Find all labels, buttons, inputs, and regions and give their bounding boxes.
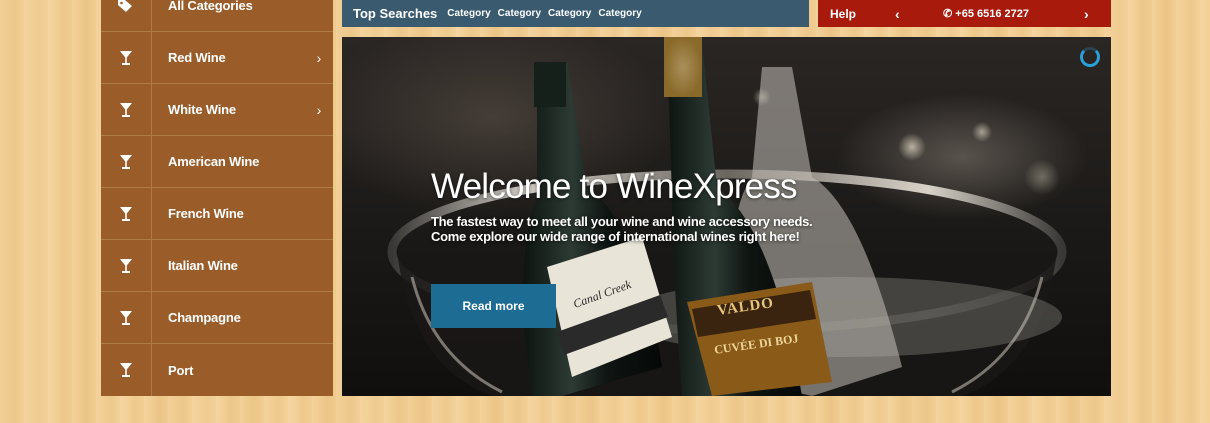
search-category-link[interactable]: Category: [598, 8, 641, 19]
sidebar-item-italian-wine[interactable]: Italian Wine: [101, 240, 333, 292]
sidebar-item-label: Italian Wine: [168, 258, 238, 273]
sidebar-item-champagne[interactable]: Champagne: [101, 292, 333, 344]
top-searches-bar: Top Searches Category Category Category …: [342, 0, 809, 27]
chevron-right-icon: ›: [316, 101, 322, 118]
hero-description: The fastest way to meet all your wine an…: [431, 214, 813, 244]
wine-glass-icon: [101, 136, 152, 187]
sidebar-item-label: French Wine: [168, 206, 244, 221]
sidebar-item-red-wine[interactable]: Red Wine ›: [101, 32, 333, 84]
sidebar-item-port[interactable]: Port: [101, 344, 333, 396]
hero-title: Welcome to WineXpress: [431, 167, 798, 206]
top-searches-title: Top Searches: [353, 6, 438, 21]
search-category-link[interactable]: Category: [548, 8, 591, 19]
sidebar-item-label: Red Wine: [168, 50, 226, 65]
sidebar-item-american-wine[interactable]: American Wine: [101, 136, 333, 188]
chevron-right-icon[interactable]: ›: [1084, 6, 1089, 22]
sidebar-item-all-categories[interactable]: All Categories: [101, 0, 333, 32]
wine-glass-icon: [101, 344, 152, 396]
hero-banner: Canal Creek VALDO CUVÉE DI BOJ Welcome t…: [342, 37, 1111, 396]
wine-glass-icon: [101, 240, 152, 291]
category-sidebar: All Categories Red Wine › White Wine › A…: [101, 0, 333, 396]
wine-glass-icon: [101, 84, 152, 135]
phone-number-text: +65 6516 2727: [955, 8, 1029, 20]
sidebar-item-white-wine[interactable]: White Wine ›: [101, 84, 333, 136]
search-category-link[interactable]: Category: [447, 8, 490, 19]
wine-glass-icon: [101, 188, 152, 239]
sidebar-item-label: Port: [168, 362, 194, 378]
chevron-right-icon: ›: [316, 49, 322, 66]
hero-description-line-1: The fastest way to meet all your wine an…: [431, 214, 813, 229]
read-more-button[interactable]: Read more: [431, 284, 556, 328]
phone-icon: ✆: [943, 8, 953, 20]
help-bar: Help ‹ ✆ +65 6516 2727 ›: [818, 0, 1111, 27]
hero-description-line-2: Come explore our wide range of internati…: [431, 229, 800, 244]
phone-number: ✆ +65 6516 2727: [943, 7, 1029, 20]
sidebar-item-french-wine[interactable]: French Wine: [101, 188, 333, 240]
sidebar-item-label: White Wine: [168, 102, 236, 117]
sidebar-item-label: Champagne: [168, 310, 241, 325]
sidebar-item-label: American Wine: [168, 154, 260, 169]
loading-spinner-icon: [1080, 47, 1100, 67]
chevron-left-icon[interactable]: ‹: [895, 6, 900, 22]
sidebar-item-label: All Categories: [168, 0, 253, 13]
search-category-link[interactable]: Category: [498, 8, 541, 19]
help-label[interactable]: Help: [830, 7, 856, 21]
wine-glass-icon: [101, 292, 152, 343]
wine-glass-icon: [101, 32, 152, 83]
tags-icon: [101, 0, 152, 31]
